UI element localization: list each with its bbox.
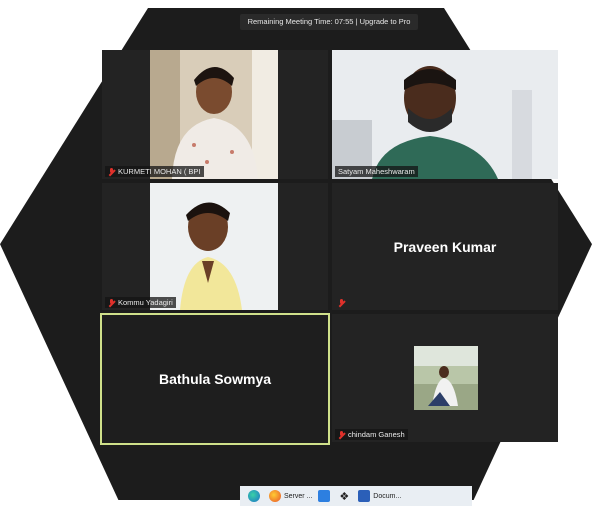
participant-tile-1[interactable]: KURMETI MOHAN ( BPI xyxy=(102,50,328,179)
participant-tile-3[interactable]: Kommu Yadagiri xyxy=(102,183,328,310)
edge-icon xyxy=(248,490,260,502)
meeting-timer-banner[interactable]: Remaining Meeting Time: 07:55 | Upgrade … xyxy=(240,14,418,30)
word-icon xyxy=(358,490,371,502)
participant-video-2 xyxy=(332,50,558,179)
muted-mic-icon xyxy=(108,298,115,307)
participant-name-label: Satyam Maheshwaram xyxy=(335,166,418,177)
windows-taskbar: Server ... ❖ Docum... xyxy=(240,486,472,506)
muted-mic-icon xyxy=(108,167,115,176)
participant-tile-6[interactable]: chindam Ganesh xyxy=(332,314,558,442)
participant-tile-2[interactable]: Satyam Maheshwaram xyxy=(332,50,558,179)
taskbar-item-dropbox[interactable]: ❖ xyxy=(339,490,352,503)
participant-tile-4[interactable]: Praveen Kumar xyxy=(332,183,558,310)
participant-name-label: Kommu Yadagiri xyxy=(105,297,176,308)
participant-name-label xyxy=(335,298,348,308)
participant-tile-5-active-speaker[interactable]: Bathula Sowmya xyxy=(100,313,330,445)
participant-name-label: chindam Ganesh xyxy=(335,429,408,440)
participant-video-6 xyxy=(414,346,478,410)
taskbar-item-firefox[interactable]: Server ... xyxy=(269,490,312,502)
muted-mic-icon xyxy=(338,299,345,307)
taskbar-item-word[interactable]: Docum... xyxy=(358,490,401,502)
participant-name-label: KURMETI MOHAN ( BPI xyxy=(105,166,204,177)
muted-mic-icon xyxy=(338,430,345,439)
participant-display-name: Praveen Kumar xyxy=(393,238,497,255)
settings-app-icon xyxy=(318,490,331,502)
taskbar-item-edge[interactable] xyxy=(248,490,263,502)
participant-display-name: Bathula Sowmya xyxy=(158,371,272,387)
dropbox-icon: ❖ xyxy=(339,490,350,503)
participant-video-1 xyxy=(150,50,278,179)
firefox-icon xyxy=(269,490,281,502)
meeting-timer-text: Remaining Meeting Time: 07:55 | Upgrade … xyxy=(247,17,411,26)
taskbar-item-settings[interactable] xyxy=(318,490,333,502)
zoom-meeting-screenshot: Remaining Meeting Time: 07:55 | Upgrade … xyxy=(0,0,592,506)
participant-video-3 xyxy=(150,183,278,310)
